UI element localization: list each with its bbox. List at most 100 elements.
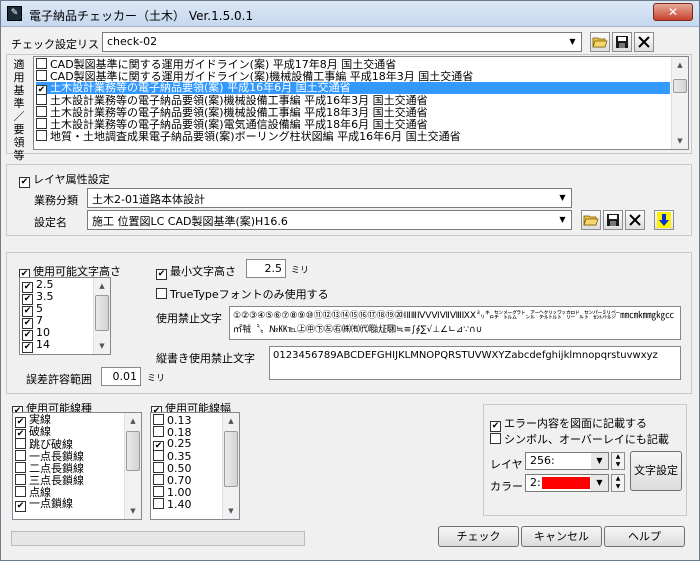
checkbox-unchecked-icon[interactable]	[153, 498, 164, 509]
checkbox-unchecked-icon[interactable]	[15, 462, 26, 473]
setting-name-combo[interactable]: 施工 位置図LC CAD製図基準(案)H16.6 ▼	[87, 210, 572, 230]
line-type-item[interactable]: 二点長鎖線	[15, 462, 123, 475]
close-button[interactable]: ✕	[653, 3, 693, 21]
checkbox-unchecked-icon[interactable]	[36, 106, 47, 117]
cancel-button[interactable]: キャンセル	[521, 526, 602, 547]
line-type-item[interactable]: ✔ 一点鎖線	[15, 498, 123, 512]
check-list-combo[interactable]: check-02 ▼	[102, 32, 582, 52]
line-type-scrollbar[interactable]: ▲ ▼	[124, 413, 141, 519]
symbol-overlay-checkbox[interactable]: シンボル、オーバーレイにも記載	[490, 431, 669, 447]
min-height-input[interactable]: 2.5	[246, 259, 286, 278]
line-type-item[interactable]: 三点長鎖線	[15, 474, 123, 487]
scroll-up-icon[interactable]: ▲	[672, 57, 688, 73]
checkbox-unchecked-icon[interactable]	[153, 462, 164, 473]
line-width-item[interactable]: 0.13	[153, 414, 221, 427]
checkbox-unchecked-icon[interactable]	[15, 450, 26, 461]
checkbox-unchecked-icon[interactable]	[153, 450, 164, 461]
line-type-item[interactable]: ✔ 破線	[15, 426, 123, 440]
line-width-item[interactable]: ✔ 0.25	[153, 438, 221, 452]
chevron-down-icon[interactable]: ▼	[554, 189, 571, 207]
line-width-scrollbar[interactable]: ▲ ▼	[222, 413, 239, 519]
delete-setting-button[interactable]	[625, 210, 645, 230]
checkbox-unchecked-icon[interactable]	[36, 58, 47, 69]
line-width-listbox[interactable]: 0.13 0.18 ✔ 0.25 0.35 0.50 0.70 1.00 1.40 ▲ ▼	[150, 412, 240, 520]
layer-checkbox[interactable]: ✔ レイヤ属性設定	[19, 171, 110, 188]
char-height-scrollbar[interactable]: ▲ ▼	[93, 278, 110, 354]
checkbox-unchecked-icon[interactable]	[15, 486, 26, 497]
font-settings-button[interactable]: 文字設定	[630, 451, 682, 491]
line-width-item[interactable]: 0.50	[153, 462, 221, 475]
standard-item[interactable]: 土木設計業務等の電子納品要領(案)機械設備工事編 平成16年3月 国土交通省	[36, 94, 670, 107]
scroll-thumb[interactable]	[673, 79, 687, 93]
truetype-checkbox[interactable]: TrueTypeフォントのみ使用する	[156, 286, 329, 302]
scroll-thumb[interactable]	[224, 431, 238, 487]
char-height-item[interactable]: ✔ 14	[22, 339, 92, 353]
tolerance-input[interactable]: 0.01	[101, 367, 141, 386]
standard-item[interactable]: CAD製図基準に関する運用ガイドライン(案) 平成17年8月 国土交通省	[36, 58, 670, 71]
checkbox-unchecked-icon[interactable]	[153, 414, 164, 425]
char-height-item[interactable]: ✔ 2.5	[22, 279, 92, 293]
line-type-item[interactable]: 跳び破線	[15, 438, 123, 451]
save-setting-button[interactable]	[603, 210, 623, 230]
standard-item[interactable]: ✔ 土木設計業務等の電子納品要領(案) 平成16年6月 国土交通省	[36, 82, 670, 96]
checkbox-unchecked-icon[interactable]	[153, 486, 164, 497]
color-spinner[interactable]: ▲ ▼	[611, 474, 625, 492]
char-height-listbox[interactable]: ✔ 2.5 ✔ 3.5 ✔ 5 ✔ 7 ✔ 10 ✔ 14 ▲ ▼	[19, 277, 111, 355]
open-list-button[interactable]	[590, 32, 610, 52]
chevron-down-icon[interactable]: ▼	[564, 33, 581, 51]
layer-output-combo[interactable]: 256: ▼	[525, 452, 609, 470]
layer-spinner[interactable]: ▲ ▼	[611, 452, 625, 470]
business-combo[interactable]: 土木2-01道路本体設計 ▼	[87, 188, 572, 208]
apply-setting-button[interactable]	[654, 210, 674, 230]
checkbox-unchecked-icon[interactable]	[490, 433, 501, 444]
delete-list-button[interactable]	[634, 32, 654, 52]
char-height-item[interactable]: ✔ 3.5	[22, 291, 92, 305]
line-type-listbox[interactable]: ✔ 実線 ✔ 破線 跳び破線 一点長鎖線 二点長鎖線 三点長鎖線 点線 ✔ 一点鎖線 ▲ ▼	[12, 412, 142, 520]
char-height-item[interactable]: ✔ 5	[22, 303, 92, 317]
checkbox-unchecked-icon[interactable]	[36, 118, 47, 129]
save-list-button[interactable]	[612, 32, 632, 52]
checkbox-checked-icon[interactable]: ✔	[22, 342, 33, 353]
scroll-down-icon[interactable]: ▼	[223, 503, 239, 519]
checkbox-unchecked-icon[interactable]	[153, 426, 164, 437]
char-height-item[interactable]: ✔ 10	[22, 327, 92, 341]
scroll-thumb[interactable]	[95, 295, 109, 331]
scroll-down-icon[interactable]: ▼	[125, 503, 141, 519]
checkbox-unchecked-icon[interactable]	[156, 288, 167, 299]
line-width-item[interactable]: 0.35	[153, 450, 221, 463]
open-setting-button[interactable]	[581, 210, 601, 230]
scroll-down-icon[interactable]: ▼	[94, 338, 110, 354]
vertical-prohibited-input[interactable]: 0123456789ABCDEFGHIJKLMNOPQRSTUVWXYZabcd…	[269, 346, 681, 380]
checkbox-unchecked-icon[interactable]	[36, 94, 47, 105]
line-width-item[interactable]: 1.00	[153, 486, 221, 499]
standard-item[interactable]: 土木設計業務等の電子納品要領(案)電気通信設備編 平成18年6月 国土交通省	[36, 118, 670, 131]
line-width-item[interactable]: 1.40	[153, 498, 221, 511]
standard-item[interactable]: 土木設計業務等の電子納品要領(案)機械設備工事編 平成18年3月 国土交通省	[36, 106, 670, 119]
check-button[interactable]: チェック	[438, 526, 519, 547]
prohibited-chars-input[interactable]: ①②③④⑤⑥⑦⑧⑨⑩⑪⑫⑬⑭⑮⑯⑰⑱⑲⑳ⅠⅡⅢⅣⅤⅥⅦⅧⅨⅩ㍉㌔㌢㍍㌘㌧㌃㌶㍑㍗…	[229, 306, 681, 340]
line-type-item[interactable]: 一点長鎖線	[15, 450, 123, 463]
checkbox-unchecked-icon[interactable]	[153, 474, 164, 485]
checkbox-unchecked-icon[interactable]	[15, 438, 26, 449]
min-height-checkbox[interactable]: ✔ 最小文字高さ	[156, 263, 236, 280]
checkbox-unchecked-icon[interactable]	[36, 130, 47, 141]
help-button[interactable]: ヘルプ	[604, 526, 685, 547]
chevron-down-icon[interactable]: ▼	[591, 453, 608, 469]
chevron-down-icon[interactable]: ▼	[591, 475, 608, 491]
scroll-thumb[interactable]	[126, 431, 140, 471]
color-output-combo[interactable]: 2: ▼	[525, 474, 609, 492]
checkbox-checked-icon[interactable]: ✔	[15, 501, 26, 512]
scroll-down-icon[interactable]: ▼	[672, 133, 688, 149]
checkbox-checked-icon[interactable]: ✔	[19, 177, 30, 188]
checkbox-unchecked-icon[interactable]	[15, 474, 26, 485]
checkbox-unchecked-icon[interactable]	[36, 70, 47, 81]
standard-item[interactable]: 地質・土地調査成果電子納品要領(案)ボーリング柱状図編 平成16年6月 国土交通…	[36, 130, 670, 143]
checkbox-checked-icon[interactable]: ✔	[156, 269, 167, 280]
standards-listbox[interactable]: CAD製図基準に関する運用ガイドライン(案) 平成17年8月 国土交通省 CAD製…	[33, 56, 689, 150]
line-width-item[interactable]: 0.70	[153, 474, 221, 487]
standards-scrollbar[interactable]: ▲ ▼	[671, 57, 688, 149]
scroll-up-icon[interactable]: ▲	[223, 413, 239, 429]
chevron-down-icon[interactable]: ▼	[554, 211, 571, 229]
write-error-checkbox[interactable]: ✔ エラー内容を図面に記載する	[490, 415, 647, 432]
char-height-item[interactable]: ✔ 7	[22, 315, 92, 329]
